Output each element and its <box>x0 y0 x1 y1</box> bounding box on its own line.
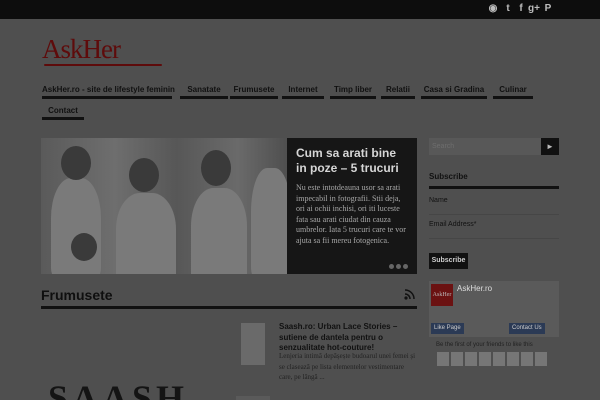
section-title: Frumusete <box>41 287 113 303</box>
email-field[interactable] <box>429 229 559 239</box>
fan-avatar[interactable] <box>465 352 477 366</box>
search-button[interactable]: ► <box>541 138 559 155</box>
search-input[interactable]: Search <box>429 138 541 155</box>
model-figure <box>191 188 247 274</box>
name-label: Name <box>429 197 448 204</box>
fan-avatar[interactable] <box>479 352 491 366</box>
model-head <box>201 150 231 186</box>
featured-excerpt: Nu este intotdeauna usor sa arati impeca… <box>296 183 406 245</box>
fb-page-name[interactable]: AskHer.ro <box>457 284 492 293</box>
twitter-icon[interactable]: t <box>501 3 515 15</box>
featured-title[interactable]: Cum sa arati bine in poze – 5 trucuri <box>296 146 408 176</box>
post-title[interactable]: Saash.ro: Urban Lace Stories – sutiene d… <box>279 322 419 354</box>
name-field[interactable] <box>429 205 559 215</box>
brand-image-text: SAASH <box>48 378 189 400</box>
nav-item-home[interactable]: AskHer.ro - site de lifestyle feminin <box>42 80 175 99</box>
rss-icon[interactable]: ◉ <box>486 3 500 15</box>
model-figure <box>116 193 176 274</box>
fb-contact-button[interactable]: Contact Us <box>509 323 545 334</box>
featured-caption: Cum sa arati bine in poze – 5 trucuri Nu… <box>287 138 417 274</box>
fan-avatar[interactable] <box>507 352 519 366</box>
logo-underline <box>44 64 162 66</box>
fan-avatar[interactable] <box>493 352 505 366</box>
nav-item-timp-liber[interactable]: Timp liber <box>330 80 376 99</box>
slider-dot[interactable] <box>389 264 394 269</box>
email-label: Email Address* <box>429 221 477 228</box>
model-head <box>71 233 97 261</box>
nav-item-culinar[interactable]: Culinar <box>493 80 533 99</box>
featured-photo[interactable] <box>41 138 291 274</box>
slider-dot[interactable] <box>403 264 408 269</box>
nav-item-casa-si-gradina[interactable]: Casa si Gradina <box>421 80 487 99</box>
nav-item-sanatate[interactable]: Sanatate <box>180 80 228 99</box>
subscribe-title: Subscribe <box>429 172 468 181</box>
slider-dot[interactable] <box>396 264 401 269</box>
nav-item-relatii[interactable]: Relatii <box>381 80 415 99</box>
fb-like-button[interactable]: Like Page <box>431 323 464 334</box>
facebook-widget: AskHer AskHer.ro Like Page Contact Us <box>429 281 559 337</box>
section-divider <box>41 306 417 309</box>
fb-page-logo[interactable]: AskHer <box>431 284 453 306</box>
post-thumbnail[interactable] <box>236 396 270 400</box>
site-logo[interactable]: AskHer <box>42 34 162 66</box>
fan-avatar[interactable] <box>451 352 463 366</box>
fan-avatar[interactable] <box>521 352 533 366</box>
featured-slider[interactable]: Cum sa arati bine in poze – 5 trucuri Nu… <box>41 138 417 274</box>
model-head <box>129 158 159 192</box>
pinterest-icon[interactable]: P <box>541 3 555 15</box>
model-figure <box>251 168 291 274</box>
nav-item-frumusete[interactable]: Frumusete <box>230 80 278 99</box>
section-rss-icon[interactable] <box>404 289 415 300</box>
nav-item-internet[interactable]: Internet <box>282 80 324 99</box>
post-excerpt: Lenjeria intimă depășește budoarul unei … <box>279 352 416 381</box>
fan-avatar[interactable] <box>437 352 449 366</box>
nav-item-contact[interactable]: Contact <box>42 101 84 120</box>
subscribe-button[interactable]: Subscribe <box>429 253 468 269</box>
google-plus-icon[interactable]: g+ <box>527 3 541 15</box>
fb-friends-text: Be the first of your friends to like thi… <box>436 342 533 348</box>
facebook-icon[interactable]: f <box>514 3 528 15</box>
logo-text: AskHer <box>42 34 121 64</box>
fan-avatar[interactable] <box>535 352 547 366</box>
top-bar: ◉ t f g+ P <box>0 0 600 19</box>
model-figure <box>51 178 101 274</box>
subscribe-divider <box>429 186 559 189</box>
post-thumbnail[interactable] <box>241 323 265 365</box>
model-head <box>61 146 91 180</box>
